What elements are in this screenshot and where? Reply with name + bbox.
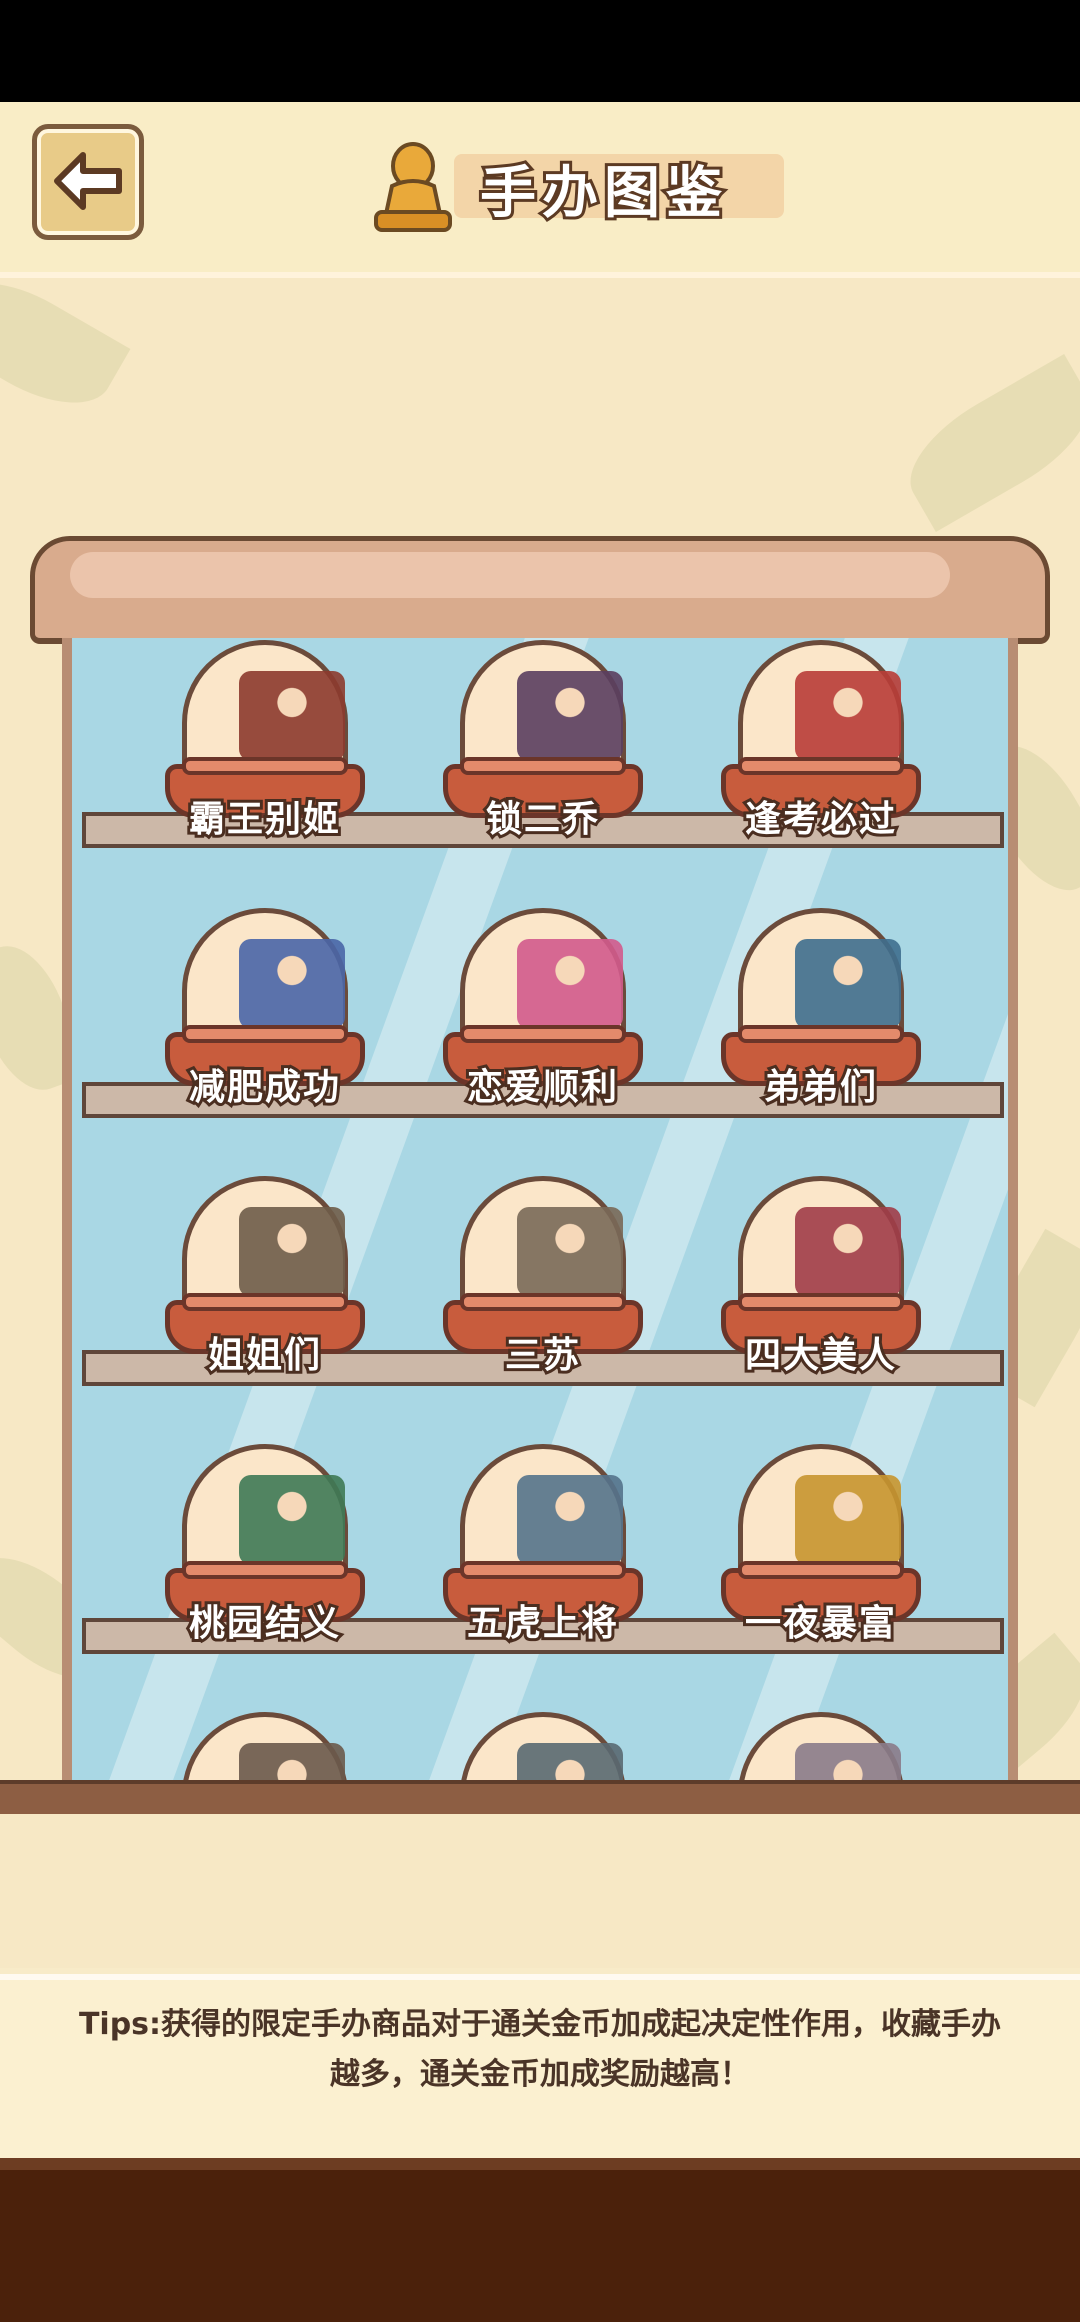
tips-line-2: 越多，通关金币加成奖励越高！ xyxy=(330,2057,750,2092)
figure-base-top xyxy=(738,1025,904,1043)
figure-base-top xyxy=(738,757,904,775)
bottom-bar xyxy=(0,2158,1080,2322)
page-title: 手办图鉴 xyxy=(477,158,728,229)
figure-base-top xyxy=(182,757,348,775)
figure-item[interactable] xyxy=(438,1712,648,1782)
glass-dome xyxy=(182,1444,348,1579)
glass-dome xyxy=(182,640,348,775)
figure-item[interactable]: 桃园结义 xyxy=(160,1444,370,1654)
glass-dome xyxy=(460,908,626,1043)
glass-dome xyxy=(182,1176,348,1311)
figure-base-top xyxy=(460,1293,626,1311)
figure-base-top xyxy=(182,1561,348,1579)
figure-label: 姐姐们 xyxy=(205,1332,323,1379)
back-button[interactable] xyxy=(32,124,144,240)
page-title-group: 手办图鉴 xyxy=(370,130,830,240)
figure-item[interactable]: 姐姐们 xyxy=(160,1176,370,1386)
figure-icon xyxy=(239,1743,345,1782)
figure-icon xyxy=(517,671,623,761)
figure-icon xyxy=(795,939,901,1029)
figure-label: 恋爱顺利 xyxy=(464,1064,620,1111)
glass-dome xyxy=(460,1176,626,1311)
figure-icon xyxy=(239,1475,345,1565)
figure-icon xyxy=(795,1743,901,1782)
figure-label: 逢考必过 xyxy=(742,796,898,843)
figure-icon xyxy=(517,1475,623,1565)
figure-icon xyxy=(517,1207,623,1297)
figure-item[interactable] xyxy=(160,1712,370,1782)
glass-dome xyxy=(738,908,904,1043)
figure-label: 桃园结义 xyxy=(186,1600,342,1647)
cabinet-roof-highlight xyxy=(70,552,950,598)
figure-base-top xyxy=(460,757,626,775)
figure-item[interactable]: 四大美人 xyxy=(716,1176,926,1386)
trophy-figure-icon xyxy=(374,142,452,232)
figure-icon xyxy=(517,939,623,1029)
figure-base-top xyxy=(182,1025,348,1043)
figure-label: 锁二乔 xyxy=(483,796,601,843)
figure-label: 弟弟们 xyxy=(761,1064,879,1111)
tips-line-1: Tips:获得的限定手办商品对于通关金币加成起决定性作用，收藏手办 xyxy=(78,2007,1002,2042)
figure-item[interactable]: 弟弟们 xyxy=(716,908,926,1118)
glass-dome xyxy=(738,1444,904,1579)
figure-base-top xyxy=(460,1561,626,1579)
figure-icon xyxy=(517,1743,623,1782)
figure-icon xyxy=(239,671,345,761)
glass-dome xyxy=(182,908,348,1043)
figure-label: 霸王别姬 xyxy=(186,796,342,843)
figure-icon xyxy=(239,1207,345,1297)
cabinet-base xyxy=(0,1780,1080,1814)
figure-item[interactable]: 五虎上将 xyxy=(438,1444,648,1654)
glass-dome xyxy=(182,1712,348,1782)
glass-dome xyxy=(738,1712,904,1782)
figure-item[interactable]: 一夜暴富 xyxy=(716,1444,926,1654)
figure-icon xyxy=(795,671,901,761)
figure-icon xyxy=(239,939,345,1029)
figure-label: 三苏 xyxy=(502,1332,582,1379)
figure-item[interactable]: 恋爱顺利 xyxy=(438,908,648,1118)
figure-icon xyxy=(795,1207,901,1297)
glass-dome xyxy=(738,640,904,775)
figure-item[interactable]: 逢考必过 xyxy=(716,640,926,850)
figure-label: 五虎上将 xyxy=(464,1600,620,1647)
figure-base-top xyxy=(738,1561,904,1579)
tips-text: Tips:获得的限定手办商品对于通关金币加成起决定性作用，收藏手办 越多，通关金… xyxy=(50,2000,1030,2100)
back-arrow-icon xyxy=(54,152,122,210)
status-bar xyxy=(0,0,1080,102)
figure-item[interactable] xyxy=(716,1712,926,1782)
figure-base-top xyxy=(738,1293,904,1311)
glass-dome xyxy=(460,1444,626,1579)
figure-label: 减肥成功 xyxy=(186,1064,342,1111)
figure-item[interactable]: 锁二乔 xyxy=(438,640,648,850)
figure-label: 四大美人 xyxy=(742,1332,898,1379)
figure-item[interactable]: 霸王别姬 xyxy=(160,640,370,850)
glass-dome xyxy=(460,640,626,775)
glass-dome xyxy=(738,1176,904,1311)
glass-dome xyxy=(460,1712,626,1782)
figure-icon xyxy=(795,1475,901,1565)
figure-base-top xyxy=(460,1025,626,1043)
figure-item[interactable]: 减肥成功 xyxy=(160,908,370,1118)
figure-base-top xyxy=(182,1293,348,1311)
figure-item[interactable]: 三苏 xyxy=(438,1176,648,1386)
figure-label: 一夜暴富 xyxy=(742,1600,898,1647)
